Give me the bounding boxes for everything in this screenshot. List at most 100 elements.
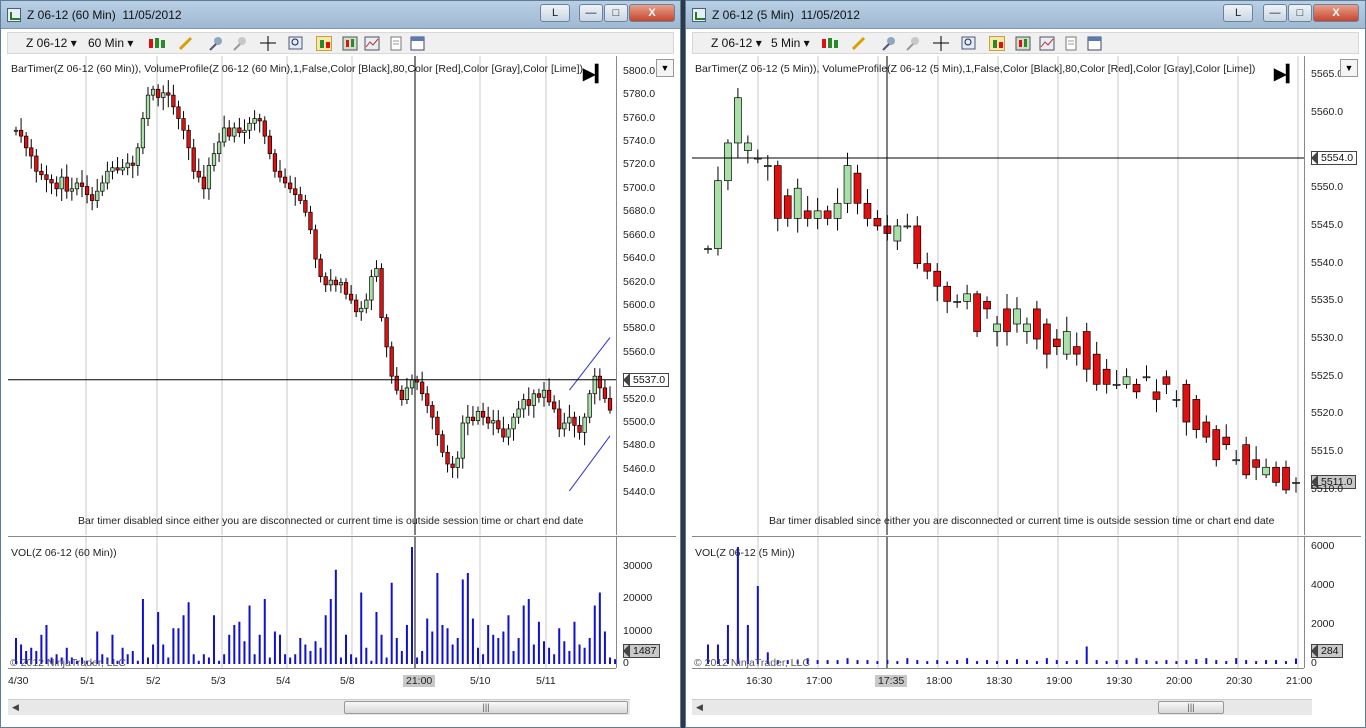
volume-axis[interactable]: 30000 20000 10000 0 1487: [616, 536, 676, 669]
time-tick-label: 5/10: [470, 675, 491, 687]
data-box-icon[interactable]: [410, 36, 426, 51]
candle-body: [288, 182, 293, 190]
interval-selector[interactable]: 60 Min ▾: [88, 36, 133, 50]
instrument-selector[interactable]: Z 06-12 ▾: [711, 36, 762, 50]
volume-tick-label: 6000: [1311, 540, 1335, 552]
close-button[interactable]: X: [1313, 4, 1359, 22]
crosshair-icon[interactable]: [260, 36, 276, 51]
candle-body: [79, 182, 85, 187]
bar-type-icon[interactable]: [821, 36, 838, 51]
price-tick-label: 5460.0: [623, 462, 656, 475]
scrollbar-thumb[interactable]: |||: [344, 701, 628, 714]
candle-body: [1072, 346, 1081, 355]
panel-menu-dropdown[interactable]: ▼: [1340, 59, 1358, 77]
candle-body: [34, 155, 39, 172]
close-button[interactable]: X: [629, 4, 675, 22]
data-series-icon[interactable]: [316, 36, 332, 51]
unpin-icon[interactable]: [232, 36, 248, 51]
maximize-button[interactable]: □: [604, 4, 628, 22]
time-axis[interactable]: 4/30 5/1 5/2 5/3 5/4 5/8 21:00 5/10 5/11: [8, 668, 616, 694]
time-axis[interactable]: 16:30 17:00 17:35 18:00 18:30 19:00 19:30 20:00…: [692, 668, 1312, 694]
candle-body: [69, 188, 74, 192]
price-panel[interactable]: BarTimer(Z 06-12 (5 Min)), VolumeProfile…: [692, 56, 1304, 535]
candle-body: [354, 299, 359, 313]
time-tick-label: 18:00: [926, 675, 953, 687]
chart-window-5min: Z 06-12 (5 Min) 11/05/2012 L — □ X Z 06-…: [685, 0, 1366, 728]
candle-body: [74, 182, 80, 190]
candle-body: [313, 229, 318, 260]
volume-axis[interactable]: 6000 4000 2000 0 284: [1304, 536, 1361, 669]
candle-body: [247, 122, 252, 131]
title-bar[interactable]: Z 06-12 (5 Min) 11/05/2012 L — □ X: [686, 1, 1365, 29]
candle-body: [597, 375, 602, 389]
zoom-icon[interactable]: [288, 36, 304, 51]
price-chart-svg[interactable]: [8, 56, 616, 535]
strategies-icon[interactable]: [1039, 36, 1055, 51]
scrollbar-thumb[interactable]: |||: [1158, 701, 1224, 714]
scroll-left-arrow[interactable]: ◀: [12, 702, 19, 713]
instrument-selector[interactable]: Z 06-12 ▾: [26, 36, 77, 50]
price-axis[interactable]: 5565.0 5560.0 5554.0 5550.0 5545.0 5540.0 5535…: [1304, 56, 1361, 535]
interval-label: 5 Min: [771, 36, 801, 50]
strategies-icon[interactable]: [364, 36, 380, 51]
time-tick-label: 20:30: [1226, 675, 1253, 687]
price-tick-label: 5560.0: [623, 345, 656, 358]
indicators-icon[interactable]: [342, 36, 358, 51]
bar-type-icon[interactable]: [148, 36, 165, 51]
candle-body: [232, 127, 237, 137]
title-bar[interactable]: Z 06-12 (60 Min) 11/05/2012 L — □ X: [1, 1, 680, 29]
link-button[interactable]: L: [1223, 4, 1253, 22]
horizontal-scrollbar[interactable]: ◀ |||: [692, 699, 1312, 715]
candle-body: [135, 147, 140, 166]
properties-icon[interactable]: [1063, 36, 1079, 51]
candle-body: [394, 375, 399, 391]
unpin-icon[interactable]: [905, 36, 921, 51]
properties-icon[interactable]: [388, 36, 404, 51]
horizontal-scrollbar[interactable]: ◀ |||: [8, 699, 630, 715]
price-tick-label: 5600.0: [623, 298, 656, 311]
interval-selector[interactable]: 5 Min ▾: [771, 36, 810, 50]
candle-body: [435, 416, 440, 436]
time-tick-label: 5/11: [536, 675, 556, 687]
minimize-button[interactable]: —: [1263, 4, 1287, 22]
draw-pencil-icon[interactable]: [178, 36, 194, 51]
volume-panel[interactable]: VOL(Z 06-12 (5 Min)) © 2012 NinjaTrader,…: [692, 536, 1304, 669]
candle-body: [541, 389, 547, 398]
pin-icon[interactable]: [208, 36, 224, 51]
time-tick-label: 5/2: [146, 675, 161, 687]
candle-body: [475, 410, 481, 422]
window-title: Z 06-12 (60 Min) 11/05/2012: [27, 8, 182, 22]
price-panel[interactable]: BarTimer(Z 06-12 (60 Min)), VolumeProfil…: [8, 56, 616, 535]
candle-body: [465, 416, 470, 424]
panel-menu-dropdown[interactable]: ▼: [656, 59, 674, 77]
price-chart-svg[interactable]: [692, 56, 1304, 535]
instrument-label: Z 06-12: [711, 36, 753, 50]
pin-icon[interactable]: [881, 36, 897, 51]
data-series-icon[interactable]: [989, 36, 1005, 51]
scroll-left-arrow[interactable]: ◀: [696, 702, 703, 713]
indicators-icon[interactable]: [1015, 36, 1031, 51]
zoom-icon[interactable]: [961, 36, 977, 51]
price-tick-label: 5480.0: [623, 439, 656, 452]
draw-pencil-icon[interactable]: [851, 36, 867, 51]
candle-body: [1023, 323, 1031, 332]
candle-body: [953, 301, 961, 303]
price-tick-label: 5440.0: [623, 486, 656, 499]
price-tick-label: 5640.0: [623, 252, 656, 265]
candle-body: [1242, 444, 1251, 476]
candle-body: [744, 142, 752, 151]
volume-panel[interactable]: VOL(Z 06-12 (60 Min)) © 2012 NinjaTrader…: [8, 536, 617, 669]
data-box-icon[interactable]: [1087, 36, 1103, 51]
candle-body: [511, 416, 516, 430]
candle-body: [222, 127, 227, 143]
candle-body: [176, 106, 181, 119]
candle-body: [364, 299, 369, 309]
maximize-button[interactable]: □: [1288, 4, 1312, 22]
price-axis[interactable]: 5800.0 5780.0 5760.0 5740.0 5720.0 5700.0 5680…: [616, 56, 676, 535]
link-button[interactable]: L: [540, 4, 570, 22]
minimize-button[interactable]: —: [579, 4, 603, 22]
crosshair-icon[interactable]: [933, 36, 949, 51]
candle-body: [24, 135, 29, 149]
candle-body: [216, 141, 222, 155]
candle-body: [120, 167, 125, 171]
